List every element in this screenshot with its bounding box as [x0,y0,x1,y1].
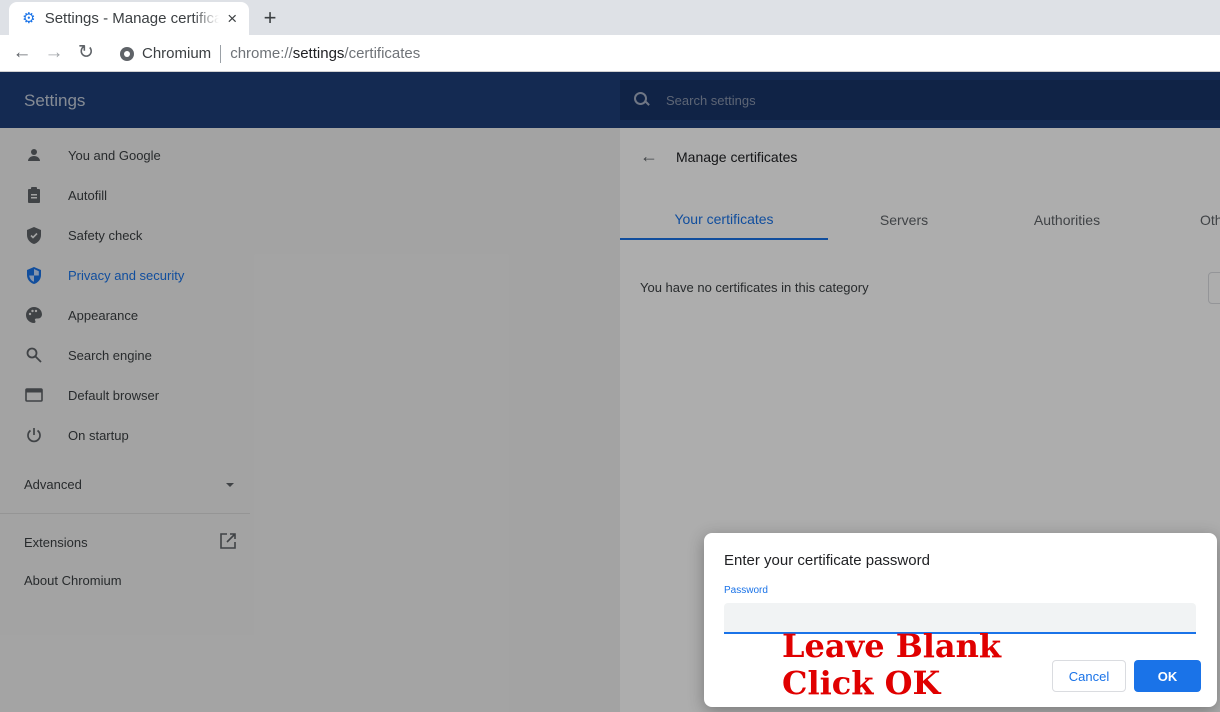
back-arrow-icon[interactable]: ← [11,42,33,64]
password-label: Password [724,585,768,596]
instruction-annotation: Leave Blank Click OK [782,628,1001,702]
browser-tab-settings[interactable]: ⚙ Settings - Manage certificates × [9,2,249,35]
url-text: chrome://settings/certificates [230,45,421,62]
new-tab-button[interactable]: + [258,6,282,30]
annotation-line-1: Leave Blank [782,627,1002,665]
browser-toolbar: ← → ↻ Chromium chrome://settings/certifi… [0,35,1220,72]
reload-icon[interactable]: ↻ [75,42,97,64]
forward-arrow-icon[interactable]: → [43,42,65,64]
annotation-line-2: Click OK [782,664,941,702]
dialog-title: Enter your certificate password [724,552,930,569]
site-name: Chromium [142,45,212,62]
address-separator [220,44,222,63]
address-bar[interactable]: Chromium chrome://settings/certificates [108,38,1220,69]
tab-strip: ⚙ Settings - Manage certificates × + [0,0,1220,35]
gear-icon: ⚙ [22,9,36,27]
tab-title: Settings - Manage certificates [44,10,220,27]
ok-button[interactable]: OK [1134,660,1201,692]
chromium-site-icon [120,46,134,61]
tab-close-button[interactable]: × [223,9,241,28]
cancel-button[interactable]: Cancel [1052,660,1126,692]
